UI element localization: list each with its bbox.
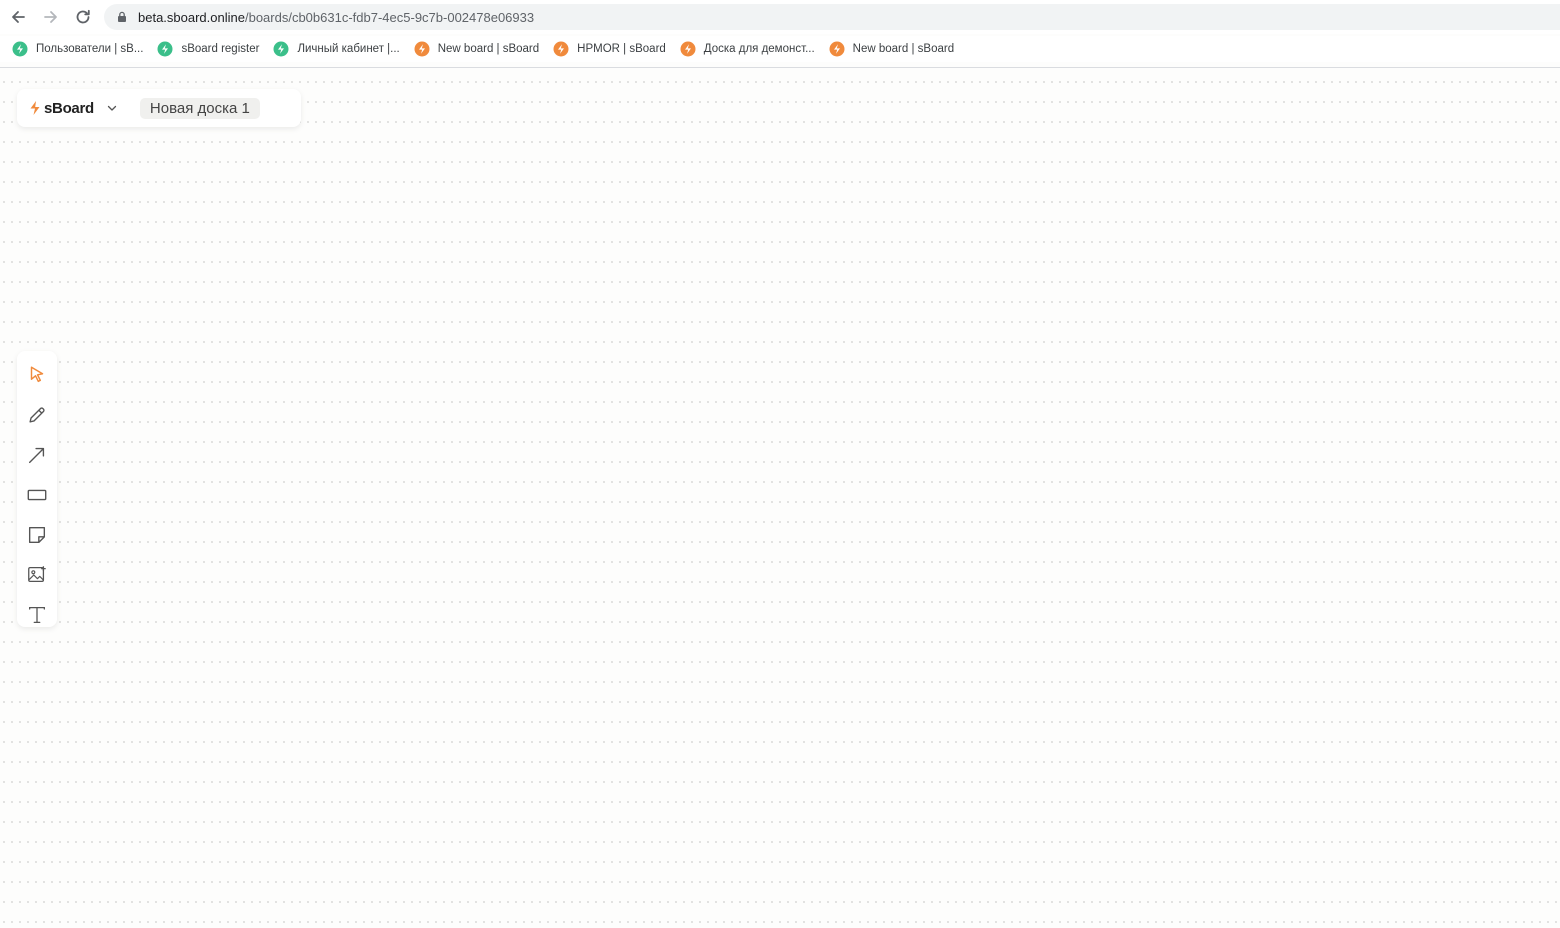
tool-arrow-button[interactable] <box>17 435 57 475</box>
bookmark-label: Доска для демонст... <box>703 43 815 55</box>
arrow-right-icon <box>44 11 57 23</box>
bookmark-item[interactable]: New board | sBoard <box>827 38 962 60</box>
board-canvas[interactable]: sBoard Новая доска 1 <box>0 68 1560 928</box>
bookmark-item[interactable]: Доска для демонст... <box>678 38 823 60</box>
back-button[interactable] <box>7 6 29 28</box>
bookmark-label: HPMOR | sBoard <box>577 43 666 55</box>
arrow-left-icon <box>12 11 25 23</box>
bookmark-label: New board | sBoard <box>437 43 540 55</box>
bookmarks-bar: Пользователи | sB... sBoard register Личны… <box>0 36 1560 62</box>
tool-text-button[interactable] <box>17 595 57 635</box>
bookmark-label: Личный кабинет |... <box>297 43 400 55</box>
sticky-note-icon <box>28 526 46 544</box>
pencil-icon <box>29 407 45 423</box>
rectangle-icon <box>27 489 47 501</box>
board-header-panel: sBoard Новая доска 1 <box>17 89 301 127</box>
url-host: beta.sboard.online <box>138 9 245 25</box>
lock-icon <box>118 11 126 22</box>
brand-menu-button[interactable]: sBoard <box>29 100 118 117</box>
board-title[interactable]: Новая доска 1 <box>139 97 260 119</box>
sboard-logo-icon <box>30 101 40 115</box>
orange-favicon-icon <box>414 41 430 57</box>
orange-favicon-icon <box>680 41 696 57</box>
tool-image-button[interactable] <box>17 555 57 595</box>
green-favicon-icon <box>157 41 173 57</box>
url-path: /boards/cb0b631c-fdb7-4ec5-9c7b-002478e0… <box>244 9 535 25</box>
url-text: beta.sboard.online/boards/cb0b631c-fdb7-… <box>138 10 534 25</box>
brand-name: sBoard <box>44 99 94 117</box>
reload-icon <box>76 9 90 24</box>
forward-button[interactable] <box>40 6 62 28</box>
tool-select-button[interactable] <box>17 355 57 395</box>
chevron-down-icon <box>107 105 117 111</box>
tool-pen-button[interactable] <box>17 395 57 435</box>
tool-sticker-button[interactable] <box>17 515 57 555</box>
bookmark-item[interactable]: Пользователи | sB... <box>10 38 151 60</box>
reload-button[interactable] <box>72 6 94 28</box>
bookmark-label: Пользователи | sB... <box>36 43 144 55</box>
address-bar[interactable]: beta.sboard.online/boards/cb0b631c-fdb7-… <box>104 4 1560 30</box>
bookmark-label: sBoard register <box>181 43 260 55</box>
arrow-icon <box>28 447 45 464</box>
bookmark-label: New board | sBoard <box>852 43 955 55</box>
bookmark-item[interactable]: sBoard register <box>155 38 267 60</box>
green-favicon-icon <box>273 41 289 57</box>
image-icon <box>28 566 46 583</box>
orange-favicon-icon <box>829 41 845 57</box>
bookmark-item[interactable]: New board | sBoard <box>412 38 547 60</box>
browser-toolbar: beta.sboard.online/boards/cb0b631c-fdb7-… <box>0 0 1560 34</box>
green-favicon-icon <box>12 41 28 57</box>
orange-favicon-icon <box>553 41 569 57</box>
cursor-icon <box>30 366 44 383</box>
bookmark-item[interactable]: HPMOR | sBoard <box>551 38 674 60</box>
text-icon <box>29 607 45 623</box>
tools-toolbar <box>17 351 57 627</box>
tool-shape-button[interactable] <box>17 475 57 515</box>
bookmark-item[interactable]: Личный кабинет |... <box>271 38 407 60</box>
